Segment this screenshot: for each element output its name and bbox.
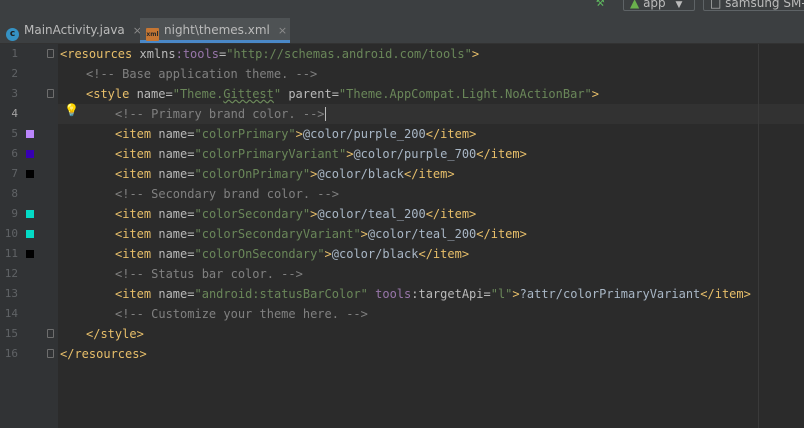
fold-marker-icon[interactable] <box>47 349 54 358</box>
code-line: <item name="colorPrimaryVariant">@color/… <box>115 147 527 161</box>
code-line: <item name="colorPrimary">@color/purple_… <box>115 127 477 141</box>
code-line: <!-- Base application theme. --> <box>86 67 318 81</box>
lightbulb-intention-icon[interactable]: 💡 <box>64 103 79 117</box>
code-line: </resources> <box>60 347 147 361</box>
text-cursor <box>324 107 326 121</box>
tab-label: night\themes.xml <box>164 23 270 37</box>
line-number: 11 <box>4 247 18 260</box>
code-line: <!-- Status bar color. --> <box>115 267 303 281</box>
line-number: 9 <box>11 207 18 220</box>
line-number: 13 <box>4 287 18 300</box>
right-margin-guide <box>758 44 759 428</box>
code-editor[interactable]: <resources xmlns:tools="http://schemas.a… <box>58 44 804 428</box>
line-number: 6 <box>11 147 18 160</box>
code-line: <style name="Theme.Gittest" parent="Them… <box>86 87 600 101</box>
java-class-icon: c <box>6 28 19 41</box>
device-icon: □ <box>710 0 722 10</box>
main-toolbar: ⚒ ▲ app ▼ □ samsung SM- <box>0 0 804 18</box>
run-configuration-dropdown[interactable]: ▲ app ▼ <box>623 0 695 11</box>
line-number: 8 <box>11 187 18 200</box>
chevron-down-icon: ▼ <box>675 0 683 10</box>
tab-main-activity[interactable]: c MainActivity.java × <box>0 18 142 43</box>
line-number: 3 <box>11 87 18 100</box>
line-number: 1 <box>11 47 18 60</box>
fold-marker-icon[interactable] <box>47 49 54 58</box>
run-configuration-label: app <box>643 0 666 10</box>
line-number: 14 <box>4 307 18 320</box>
color-swatch-teal-200[interactable] <box>26 230 34 238</box>
editor-gutter[interactable]: 1 2 3 4 5 6 7 8 9 10 11 12 13 14 15 16 <box>0 44 58 428</box>
line-number: 16 <box>4 347 18 360</box>
color-swatch-black[interactable] <box>26 170 34 178</box>
fold-marker-icon[interactable] <box>47 329 54 338</box>
tab-label: MainActivity.java <box>24 23 125 37</box>
typo-underline: Gittest <box>223 87 274 101</box>
code-line: <item name="colorOnSecondary">@color/bla… <box>115 247 470 261</box>
code-line: <!-- Customize your theme here. --> <box>115 307 368 321</box>
code-line: <item name="colorSecondary">@color/teal_… <box>115 207 477 221</box>
line-number: 5 <box>11 127 18 140</box>
line-number: 2 <box>11 67 18 80</box>
code-line: <!-- Secondary brand color. --> <box>115 187 339 201</box>
color-swatch-purple-200[interactable] <box>26 130 34 138</box>
code-line: <item name="android:statusBarColor" tool… <box>115 287 751 301</box>
android-icon: ▲ <box>630 0 640 10</box>
editor-tab-bar: c MainActivity.java × xml night\themes.xml × <box>0 18 804 44</box>
line-number: 7 <box>11 167 18 180</box>
build-hammer-icon[interactable]: ⚒ <box>596 0 604 10</box>
device-selector-dropdown[interactable]: □ samsung SM- <box>703 0 804 11</box>
color-swatch-teal-200[interactable] <box>26 210 34 218</box>
line-number: 10 <box>4 227 18 240</box>
line-number-current: 4 <box>11 107 18 120</box>
code-line: <!-- Primary brand color. --> <box>115 107 326 121</box>
device-label: samsung SM- <box>725 0 804 10</box>
xml-file-icon: xml <box>146 28 159 41</box>
code-line: </style> <box>86 327 144 341</box>
color-swatch-black[interactable] <box>26 250 34 258</box>
line-number: 12 <box>4 267 18 280</box>
color-swatch-purple-700[interactable] <box>26 150 34 158</box>
code-line: <resources xmlns:tools="http://schemas.a… <box>60 47 480 61</box>
tab-themes-xml[interactable]: xml night\themes.xml × <box>140 18 290 43</box>
line-number: 15 <box>4 327 18 340</box>
fold-marker-icon[interactable] <box>47 89 54 98</box>
code-line: <item name="colorSecondaryVariant">@colo… <box>115 227 527 241</box>
close-icon[interactable]: × <box>278 24 287 37</box>
code-line: <item name="colorOnPrimary">@color/black… <box>115 167 455 181</box>
